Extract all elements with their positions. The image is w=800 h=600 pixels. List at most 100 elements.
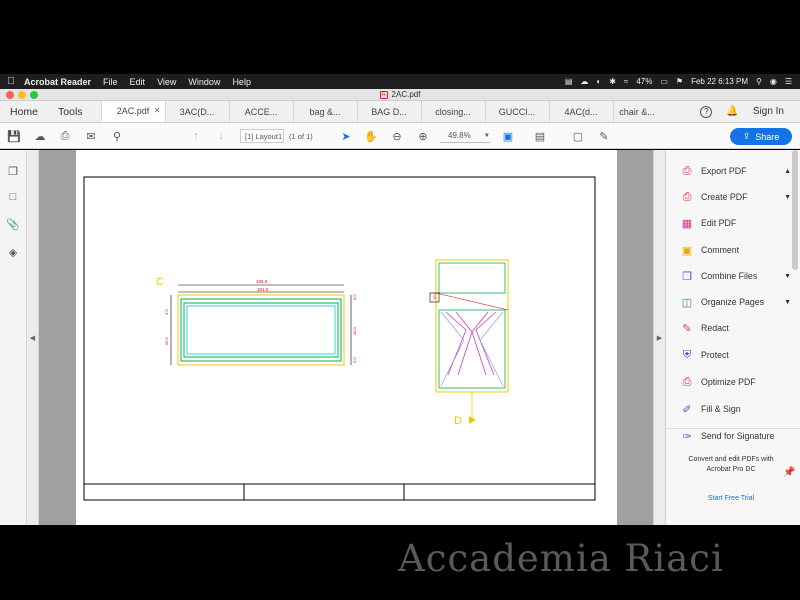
flag-icon[interactable]: ⚑	[676, 77, 683, 86]
tab-label: ACCE...	[244, 106, 278, 117]
print-icon[interactable]: ⎙	[57, 128, 73, 144]
close-window-button[interactable]	[6, 91, 14, 99]
plan-outer-rect	[177, 294, 345, 366]
tool-organize-pages[interactable]: ◫ Organize Pages ▼	[680, 293, 795, 311]
comment-tool-icon[interactable]: ▢	[570, 128, 586, 144]
tab-bag-d[interactable]: BAG D...	[356, 101, 421, 122]
tab-acce[interactable]: ACCE...	[228, 101, 293, 122]
chevron-down-icon[interactable]: ▼	[784, 273, 791, 280]
siri-icon[interactable]: ◉	[770, 77, 777, 86]
tab-gucci[interactable]: GUCCI...	[484, 101, 549, 122]
tool-combine-files[interactable]: ❐ Combine Files ▼	[680, 267, 795, 285]
tool-export-pdf[interactable]: ⎙ Export PDF ▲	[680, 162, 795, 180]
line-icon[interactable]: ▤	[565, 77, 573, 86]
dim-text-right: 8.0	[352, 294, 357, 300]
zoom-window-button[interactable]	[30, 91, 38, 99]
battery-icon[interactable]: ▭	[660, 77, 668, 86]
apple-icon[interactable]: 	[0, 76, 22, 87]
tool-comment[interactable]: ▣ Comment	[680, 241, 795, 259]
hand-tool-icon[interactable]: ✋	[363, 128, 379, 144]
spotlight-icon[interactable]: ⚲	[756, 77, 762, 86]
menu-app-name[interactable]: Acrobat Reader	[22, 77, 97, 87]
search-icon[interactable]: ⚲	[109, 128, 125, 144]
tool-optimize-pdf[interactable]: ⎙ Optimize PDF	[680, 373, 795, 391]
bluetooth-icon[interactable]: ✱	[609, 77, 616, 86]
zoom-in-icon[interactable]: ⊕	[415, 128, 431, 144]
email-icon[interactable]: ✉	[83, 128, 99, 144]
dim-text-small: 10.0	[432, 291, 437, 300]
start-free-trial-link[interactable]: Start Free Trial	[678, 495, 784, 502]
tool-fill-sign[interactable]: ✐ Fill & Sign	[680, 400, 795, 418]
sign-in-link[interactable]: Sign In	[753, 106, 784, 117]
tools-panel-scrollbar[interactable]	[792, 150, 798, 270]
tab-4ac[interactable]: 4AC(d...	[548, 101, 613, 122]
tool-create-pdf[interactable]: ⎙ Create PDF ▼	[680, 188, 795, 206]
wifi-icon[interactable]: ≈	[624, 77, 628, 86]
notification-center-icon[interactable]: ☰	[785, 77, 792, 86]
tab-2ac[interactable]: 2AC.pdf ✕	[100, 101, 165, 122]
status-area: ▤ ☁ ◐ ✱ ≈ 47% ▭ ⚑ Feb 22 6:13 PM ⚲ ◉ ☰	[565, 77, 800, 86]
next-page-icon[interactable]: ↓	[213, 128, 229, 144]
scroll-mode-icon[interactable]: ▤	[532, 128, 548, 144]
menu-window[interactable]: Window	[182, 77, 226, 87]
tab-3ac[interactable]: 3AC(D...	[164, 101, 229, 122]
tool-label: Export PDF	[701, 166, 747, 176]
share-button[interactable]: ⇪ Share	[730, 128, 792, 145]
tab-bar: Home Tools 2AC.pdf ✕ 3AC(D... ACCE... ba…	[0, 101, 800, 123]
left-panel-toggle[interactable]: ◀	[27, 150, 39, 525]
menu-file[interactable]: File	[97, 77, 124, 87]
tab-label: 2AC.pdf	[116, 105, 150, 116]
page-count: (1 of 1)	[289, 132, 313, 141]
watermark-text: Accademia Riaci	[398, 537, 724, 580]
mac-menu-bar:  Acrobat Reader File Edit View Window H…	[0, 74, 800, 89]
tool-edit-pdf[interactable]: ▦ Edit PDF	[680, 214, 795, 232]
bookmark-icon[interactable]: □	[6, 190, 20, 204]
tab-chair[interactable]: chair &...	[612, 101, 661, 122]
attachment-icon[interactable]: 📎	[6, 217, 20, 231]
nav-tools[interactable]: Tools	[48, 101, 93, 122]
menu-edit[interactable]: Edit	[124, 77, 152, 87]
save-icon[interactable]: 💾	[6, 128, 22, 144]
chevron-up-icon[interactable]: ▲	[784, 168, 791, 175]
elev-outer-rect	[435, 259, 509, 393]
menu-view[interactable]: View	[151, 77, 182, 87]
layers-icon[interactable]: ◈	[6, 245, 20, 259]
clock[interactable]: Feb 22 6:13 PM	[691, 77, 748, 86]
bell-icon[interactable]: 🔔	[726, 106, 738, 117]
pushpin-icon[interactable]: 📌	[783, 467, 795, 478]
minimize-window-button[interactable]	[18, 91, 26, 99]
elev-top-rect	[438, 262, 506, 294]
tab-closing[interactable]: closing...	[420, 101, 485, 122]
close-tab-icon[interactable]: ✕	[154, 106, 161, 115]
nav-home[interactable]: Home	[0, 101, 48, 122]
share-icon: ⇪	[742, 131, 751, 141]
document-viewer[interactable]: C 106.0 101.0 3.0 56.5 8.0 10.0 3.0 D 10…	[39, 150, 653, 525]
draw-pen-icon[interactable]: ✎	[596, 128, 612, 144]
create-pdf-icon: ⎙	[682, 190, 692, 203]
page-number-input[interactable]: [1] Layout1	[240, 129, 284, 143]
upload-cloud-icon[interactable]: ☁	[32, 128, 48, 144]
chevron-down-icon[interactable]: ▼	[784, 299, 791, 306]
page-thumbnails-icon[interactable]: ❐	[6, 164, 20, 178]
time-machine-icon[interactable]: ◐	[596, 77, 601, 86]
zoom-select[interactable]: 49.8% ▼	[440, 129, 490, 143]
previous-page-icon[interactable]: ↑	[188, 128, 204, 144]
elev-purple-pattern	[445, 311, 497, 376]
tool-protect[interactable]: ⛨ Protect	[680, 346, 795, 364]
help-icon[interactable]: ?	[700, 105, 713, 118]
battery-percent[interactable]: 47%	[636, 77, 652, 86]
dim-text-right: 3.0	[352, 357, 357, 363]
tool-label: Redact	[701, 323, 729, 333]
tool-redact[interactable]: ✎ Redact	[680, 319, 795, 337]
dim-text-left: 56.5	[164, 336, 169, 345]
fit-page-icon[interactable]: ▣	[500, 128, 516, 144]
chevron-down-icon[interactable]: ▼	[784, 194, 791, 201]
cloud-icon[interactable]: ☁	[580, 77, 588, 86]
menu-help[interactable]: Help	[226, 77, 257, 87]
zoom-out-icon[interactable]: ⊖	[389, 128, 405, 144]
tab-bag[interactable]: bag &...	[292, 101, 357, 122]
select-cursor-icon[interactable]: ➤	[338, 128, 354, 144]
right-panel-toggle[interactable]: ▶	[653, 150, 665, 525]
plan-view	[170, 284, 352, 366]
cad-drawing: C 106.0 101.0 3.0 56.5 8.0 10.0 3.0 D 10…	[83, 176, 596, 501]
